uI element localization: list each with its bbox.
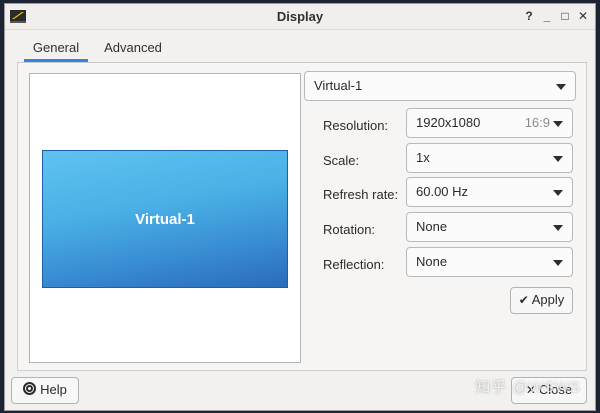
resolution-value: 1920x1080 bbox=[416, 115, 481, 130]
chevron-down-icon bbox=[553, 260, 563, 266]
maximize-button[interactable]: □ bbox=[557, 8, 573, 24]
reflection-label: Reflection: bbox=[323, 257, 385, 272]
chevron-down-icon bbox=[553, 121, 563, 127]
resolution-select[interactable]: 1920x1080 16:9 bbox=[406, 108, 573, 138]
rotation-label: Rotation: bbox=[323, 222, 376, 237]
rotation-select[interactable]: None bbox=[406, 212, 573, 242]
apply-label: Apply bbox=[531, 292, 565, 307]
apply-button[interactable]: ✔ Apply bbox=[510, 287, 573, 314]
refresh-rate-label: Refresh rate: bbox=[323, 187, 399, 202]
monitor-label: Virtual-1 bbox=[135, 210, 195, 228]
watermark: 知乎 @WSWS bbox=[475, 379, 581, 396]
scale-label: Scale: bbox=[323, 153, 360, 168]
close-window-button[interactable]: ✕ bbox=[575, 8, 591, 24]
output-select-value: Virtual-1 bbox=[314, 78, 363, 93]
chevron-down-icon bbox=[553, 156, 563, 162]
refresh-rate-select[interactable]: 60.00 Hz bbox=[406, 177, 573, 207]
output-select[interactable]: Virtual-1 bbox=[304, 71, 576, 101]
minimize-button[interactable]: _ bbox=[539, 8, 555, 24]
chevron-down-icon bbox=[553, 225, 563, 231]
tab-general[interactable]: General bbox=[24, 36, 88, 62]
tab-advanced[interactable]: Advanced bbox=[98, 36, 168, 61]
resolution-label: Resolution: bbox=[323, 118, 389, 133]
aspect-ratio: 16:9 bbox=[524, 115, 550, 130]
reflection-select[interactable]: None bbox=[406, 247, 573, 277]
help-button[interactable]: Help bbox=[11, 377, 79, 404]
tab-bar: General Advanced bbox=[17, 36, 587, 63]
window-title: Display bbox=[276, 9, 324, 24]
checkmark-icon: ✔ bbox=[518, 293, 529, 307]
general-panel: Virtual-1 Virtual-1 Resolution: 1920x108… bbox=[17, 63, 587, 371]
scale-select[interactable]: 1x bbox=[406, 143, 573, 173]
monitor-virtual-1[interactable]: Virtual-1 bbox=[42, 150, 288, 288]
help-window-button[interactable]: ? bbox=[521, 8, 537, 24]
refresh-rate-value: 60.00 Hz bbox=[416, 184, 469, 199]
lifebuoy-icon bbox=[23, 382, 37, 395]
chevron-down-icon bbox=[556, 84, 566, 90]
reflection-value: None bbox=[416, 254, 448, 269]
display-preview: Virtual-1 bbox=[29, 73, 301, 363]
chevron-down-icon bbox=[553, 190, 563, 196]
rotation-value: None bbox=[416, 219, 448, 234]
title-bar: Display ? _ □ ✕ bbox=[5, 4, 595, 30]
display-window: Display ? _ □ ✕ General Advanced Virtual… bbox=[4, 3, 596, 411]
help-label: Help bbox=[40, 382, 67, 397]
scale-value: 1x bbox=[416, 150, 430, 165]
